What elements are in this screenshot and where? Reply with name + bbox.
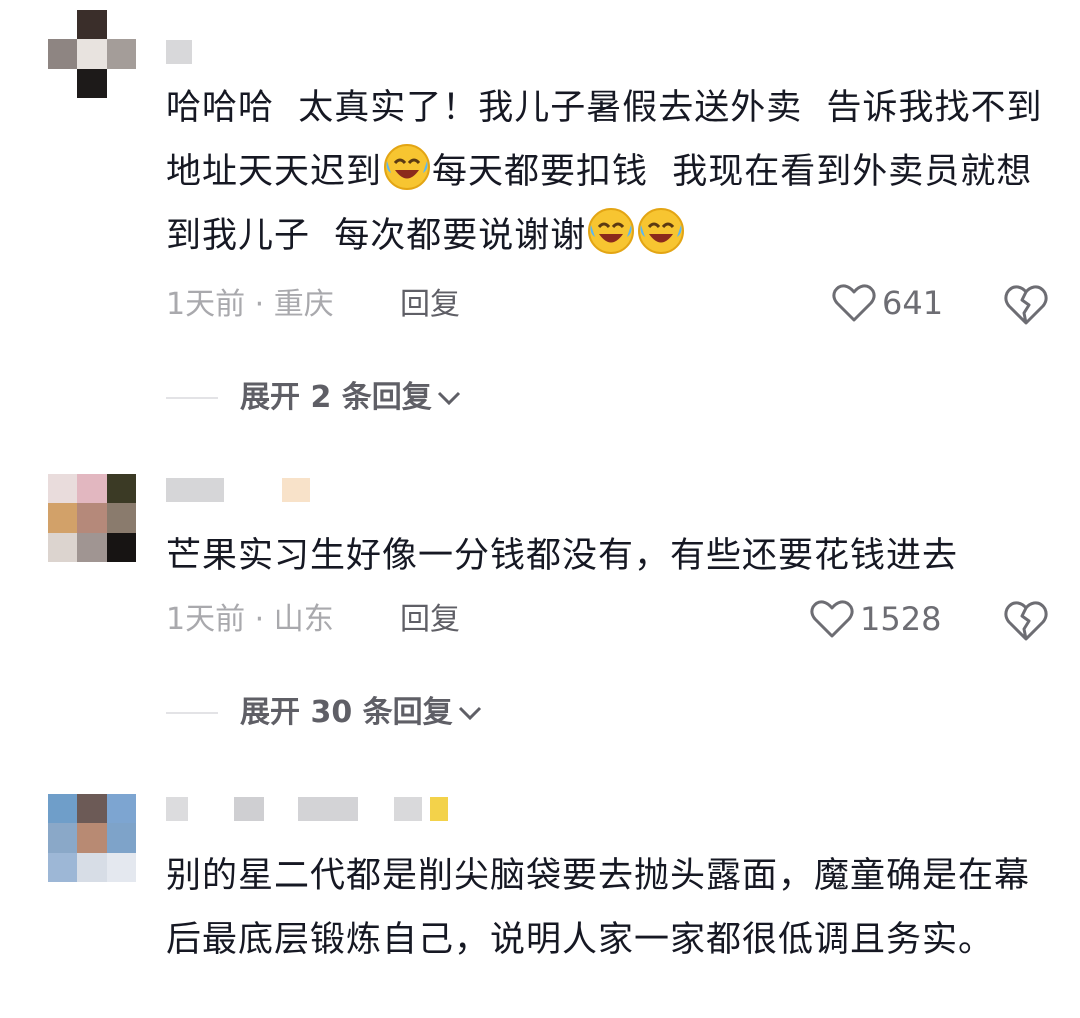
comment-meta: 1天前 · 重庆 bbox=[166, 287, 334, 322]
comment-text: 别的星二代都是削尖脑袋要去抛头露面，魔童确是在幕后最底层锻炼自己，说明人家一家都… bbox=[166, 856, 1031, 960]
chevron-down-icon bbox=[437, 391, 460, 406]
expand-replies-label: 展开 30 条回复 bbox=[240, 695, 453, 730]
reply-button[interactable]: 回复 bbox=[400, 600, 460, 640]
username-blurred[interactable] bbox=[166, 40, 192, 64]
laughing-crying-emoji bbox=[384, 144, 431, 190]
comment-text: 芒果实习生好像一分钱都没有，有些还要花钱进去 bbox=[166, 536, 959, 576]
reply-button[interactable]: 回复 bbox=[400, 285, 460, 325]
username-blurred[interactable] bbox=[166, 478, 310, 502]
expand-replies-button[interactable]: 展开 30 条回复 bbox=[166, 693, 483, 733]
divider-line bbox=[166, 712, 218, 714]
avatar[interactable] bbox=[48, 474, 136, 562]
avatar[interactable] bbox=[48, 10, 136, 98]
avatar[interactable] bbox=[48, 794, 136, 882]
expand-replies-label: 展开 2 条回复 bbox=[240, 380, 432, 415]
heart-outline-icon bbox=[832, 284, 876, 322]
divider-line bbox=[166, 397, 218, 399]
like-count: 1528 bbox=[860, 600, 942, 638]
chevron-down-icon bbox=[458, 706, 481, 721]
like-count: 641 bbox=[882, 284, 944, 322]
comment-text: 哈哈哈 太真实了！我儿子暑假去送外卖 告诉我找不到地址天天迟到 每天都要扣钱 我现… bbox=[166, 76, 1056, 268]
comment-meta: 1天前 · 山东 bbox=[166, 602, 334, 637]
heart-outline-icon bbox=[810, 600, 854, 638]
broken-heart-icon[interactable] bbox=[1002, 281, 1050, 329]
laughing-crying-emoji bbox=[638, 208, 685, 254]
like-button[interactable]: 1528 bbox=[810, 599, 941, 639]
like-button[interactable]: 641 bbox=[832, 283, 943, 323]
expand-replies-button[interactable]: 展开 2 条回复 bbox=[166, 378, 462, 418]
laughing-crying-emoji bbox=[588, 208, 635, 254]
username-blurred[interactable] bbox=[166, 797, 448, 821]
broken-heart-icon[interactable] bbox=[1002, 597, 1050, 645]
